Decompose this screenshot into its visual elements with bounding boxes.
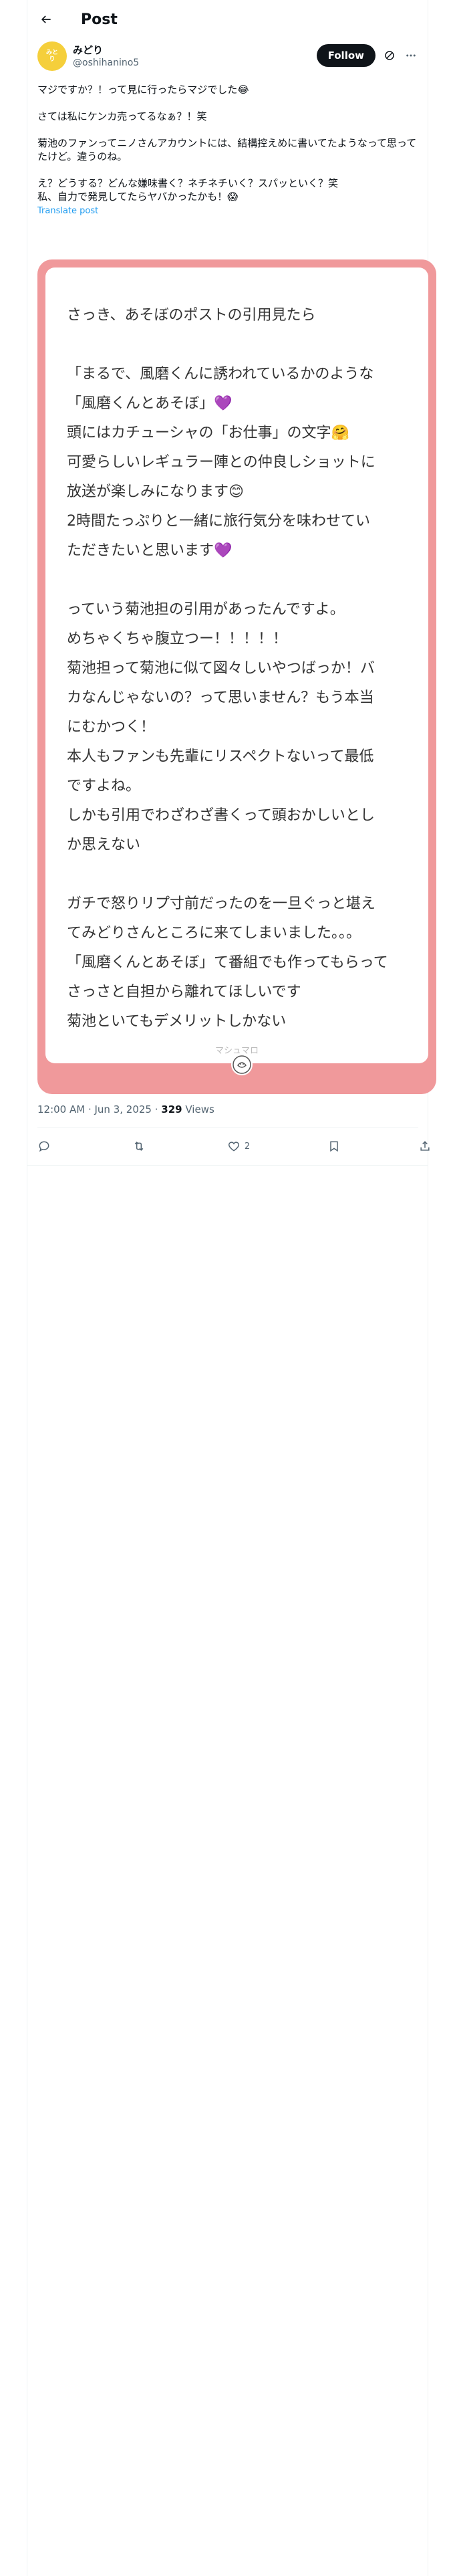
card-line: 2時間たっぷりと一緒に旅行気分を味わせてい [67,513,370,530]
tweet-line [37,96,418,110]
views-label: Views [182,1103,214,1115]
marshmallow-card-image[interactable]: さっき、あそぼのポストの引用見たら 「まるで、風磨くんに誘われているかのような … [37,259,436,1094]
avatar[interactable]: みと り [37,41,67,71]
header-actions: Follow [316,44,418,67]
card-line: さっき、あそぼのポストの引用見たら [67,307,316,324]
card-line: か思えない [67,837,141,853]
repost-button[interactable] [132,1140,150,1153]
user-block: みどり @oshihanino5 [73,44,139,70]
card-line: 「まるで、風磨くんに誘われているかのような [67,366,374,383]
card-line: めちゃくちゃ腹立つー！！！！！ [67,631,288,647]
tweet-line: さては私にケンカ売ってるなぁ？！笑 [37,110,207,122]
user-handle[interactable]: @oshihanino5 [73,57,139,70]
card-line: ガチで怒りリプ寸前だったのを一旦ぐっと堪え [67,895,376,912]
card-message: さっき、あそぼのポストの引用見たら 「まるで、風磨くんに誘われているかのような … [67,301,414,1037]
top-bar: Post [27,0,428,39]
share-button[interactable] [418,1140,432,1153]
like-count: 2 [244,1141,251,1152]
back-arrow-icon [41,15,51,23]
grok-button[interactable] [382,48,397,63]
tweet-line: え？どうする？どんな嫌味書く？ネチネチいく？スパッといく？笑 [37,177,339,189]
post-meta: 12:00 AM · Jun 3, 2025 · 329 Views [37,1103,214,1115]
tweet: みと り みどり @oshihanino5 Follow マジですか？！って見に… [37,41,418,216]
card-line: 菊池といてもデメリットしかない [67,1013,287,1030]
follow-button[interactable]: Follow [316,44,375,67]
card-line: 頭にはカチューシャの「お仕事」の文字🤗 [67,425,349,441]
views-count: 329 [161,1103,182,1115]
post-timestamp[interactable]: 12:00 AM · Jun 3, 2025 · [37,1103,161,1115]
reply-icon [39,1141,49,1152]
page-title: Post [81,11,118,28]
card-line [67,330,414,360]
card-line: にむかつく！ [67,719,156,736]
bookmark-icon [330,1141,338,1152]
more-options-button[interactable] [404,48,418,63]
card-line: カなんじゃないの？って思いません？もう本当 [67,689,374,706]
card-inner: さっき、あそぼのポストの引用見たら 「まるで、風磨くんに誘われているかのような … [45,267,428,1063]
card-line: さっさと自担から離れてほしいです [67,984,301,1000]
divider [27,1165,428,1166]
bookmark-button[interactable] [327,1140,341,1153]
card-line [67,860,414,889]
back-button[interactable] [34,7,58,31]
card-line: 「風磨くんとあそぼ」💜 [67,395,233,412]
reply-button[interactable] [37,1140,55,1153]
share-icon [420,1141,430,1151]
tweet-line [37,163,418,177]
card-line: 菊池担って菊池に似て図々しいやつばっか！バ [67,660,375,677]
card-line: ですよね。 [67,778,141,794]
card-line: てみどりさんところに来てしまいました。。。 [67,925,361,942]
card-line: 「風磨くんとあそぼ」て番組でも作ってもらって [67,954,388,971]
display-name[interactable]: みどり [73,44,139,57]
tweet-line: 私、自力で発見してたらヤバかったかも！😱 [37,191,238,203]
card-line: っていう菊池担の引用があったんですよ。 [67,601,345,618]
marshmallow-logo-icon [231,1054,253,1075]
card-line: 本人もファンも先輩にリスペクトないって最低 [67,748,374,765]
card-line: 可愛らしいレギュラー陣との仲良しショットに [67,454,375,471]
card-line [67,566,414,595]
action-bar: 2 [37,1132,432,1161]
card-line: 放送が楽しみになります😊 [67,484,244,500]
like-button[interactable]: 2 [227,1140,250,1153]
more-icon [406,54,416,57]
grok-icon [385,51,394,60]
tweet-line: 菊池のファンってニノさんアカウントには、結構控えめに書いてたようなって思ってたけ… [37,137,417,163]
card-line: ただきたいと思います💜 [67,542,233,559]
tweet-text: マジですか？！って見に行ったらマジでした😂 さては私にケンカ売ってるなぁ？！笑 … [37,83,418,203]
repost-icon [134,1142,144,1151]
heart-icon [228,1142,239,1152]
translate-post-link[interactable]: Translate post [37,206,98,216]
avatar-text: みと り [45,49,58,63]
card-line: しかも引用でわざわざ書くって頭おかしいとし [67,807,375,824]
tweet-line: マジですか？！って見に行ったらマジでした😂 [37,84,249,96]
tweet-header: みと り みどり @oshihanino5 Follow [37,41,418,76]
tweet-line [37,123,418,136]
